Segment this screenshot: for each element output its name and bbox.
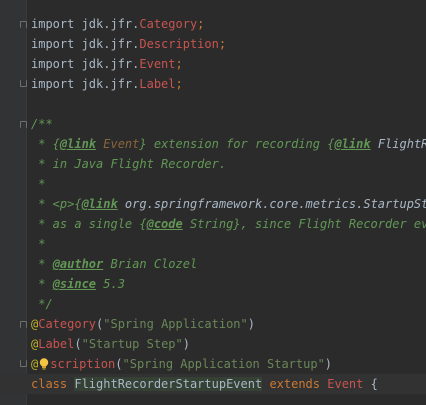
- code-line-javadoc-6[interactable]: *: [0, 234, 426, 254]
- code-line-annotation-label[interactable]: @Label("Startup Step"): [0, 334, 426, 354]
- code-area[interactable]: import jdk.jfr.Category; import jdk.jfr.…: [0, 14, 426, 394]
- code-line-javadoc-author[interactable]: * @author Brian Clozel: [0, 254, 426, 274]
- intention-bulb-icon[interactable]: [38, 357, 50, 371]
- parent-class: Event: [327, 377, 364, 391]
- paren: (: [74, 337, 82, 351]
- code-line-javadoc-2[interactable]: * in Java Flight Recorder.: [0, 154, 426, 174]
- javadoc-close: */: [31, 297, 53, 311]
- import-prefix: import jdk.jfr.: [31, 57, 140, 71]
- import-semicolon: ;: [218, 37, 227, 51]
- code-line-blank[interactable]: [0, 94, 426, 114]
- doc-text: * as a single {: [31, 217, 147, 231]
- doc-ref: FlightRec: [377, 137, 426, 151]
- open-brace: {: [363, 377, 378, 391]
- annotation-name: Label: [38, 337, 75, 351]
- code-line-javadoc-close[interactable]: */: [0, 294, 426, 314]
- paren: (: [115, 357, 123, 371]
- doc-tag-link: @link: [334, 137, 371, 151]
- paren: ): [182, 337, 190, 351]
- import-name: Description: [139, 37, 219, 51]
- paren: ): [324, 357, 333, 371]
- doc-text: *: [31, 277, 53, 291]
- fold-marker-icon[interactable]: [20, 80, 27, 87]
- code-line-javadoc-open[interactable]: /**: [0, 114, 426, 134]
- code-line-annotation-description[interactable]: @ scription("Spring Application Startup"): [0, 354, 426, 374]
- doc-ref: org.springframework.core.metrics.Startup…: [117, 197, 426, 211]
- code-line-import-event[interactable]: import jdk.jfr.Event;: [0, 54, 426, 74]
- import-semicolon: ;: [175, 77, 183, 91]
- doc-tag-link: @link: [81, 197, 118, 211]
- code-line-import-description[interactable]: import jdk.jfr.Description;: [0, 34, 426, 54]
- doc-text: * in Java Flight Recorder.: [31, 157, 227, 171]
- fold-marker-icon[interactable]: [20, 360, 27, 367]
- fold-marker-icon[interactable]: [20, 121, 27, 128]
- annotation-value: "Startup Step": [81, 337, 183, 351]
- annotation-name: scription: [50, 357, 116, 371]
- doc-text: Brian Clozel: [103, 257, 198, 271]
- code-line-javadoc-3[interactable]: *: [0, 174, 426, 194]
- import-prefix: import jdk.jfr.: [31, 77, 140, 91]
- doc-text: *: [31, 177, 46, 191]
- code-line-javadoc-4[interactable]: * <p>{@link org.springframework.core.met…: [0, 194, 426, 214]
- doc-tag-code: @code: [146, 217, 183, 231]
- import-name: Category: [139, 17, 198, 31]
- doc-text: *: [31, 237, 46, 251]
- code-line-class-declaration[interactable]: class FlightRecorderStartupEvent extends…: [0, 374, 426, 394]
- keyword-class: class: [31, 377, 68, 391]
- import-name: Label: [139, 77, 176, 91]
- javadoc-open: /**: [31, 117, 53, 131]
- keyword-extends: extends: [269, 377, 321, 391]
- doc-text: * {: [31, 137, 60, 151]
- annotation-at: @: [31, 357, 39, 371]
- fold-marker-icon[interactable]: [20, 321, 27, 328]
- doc-ref: Event: [96, 137, 140, 151]
- code-line-import-category[interactable]: import jdk.jfr.Category;: [0, 14, 426, 34]
- code-line-javadoc-5[interactable]: * as a single {@code String}, since Flig…: [0, 214, 426, 234]
- doc-tag-link: @link: [59, 137, 97, 151]
- code-editor[interactable]: import jdk.jfr.Category; import jdk.jfr.…: [0, 0, 426, 405]
- code-line-javadoc-1[interactable]: * {@link Event} extension for recording …: [0, 134, 426, 154]
- doc-tag-author: @author: [52, 257, 104, 271]
- code-line-javadoc-since[interactable]: * @since 5.3: [0, 274, 426, 294]
- doc-text: * <p>{: [31, 197, 82, 211]
- doc-text: 5.3: [96, 277, 125, 291]
- doc-tag-since: @since: [52, 277, 97, 291]
- import-semicolon: ;: [175, 57, 183, 71]
- code-line-import-label[interactable]: import jdk.jfr.Label;: [0, 74, 426, 94]
- import-prefix: import jdk.jfr.: [31, 17, 140, 31]
- class-name: FlightRecorderStartupEvent: [74, 377, 263, 391]
- doc-text: *: [31, 257, 53, 271]
- fold-marker-icon[interactable]: [20, 21, 27, 28]
- annotation-value: "Spring Application": [103, 317, 248, 331]
- doc-text: String}, since Flight Recorder even: [182, 217, 426, 231]
- annotation-value: "Spring Application Startup": [122, 357, 325, 371]
- annotation-name: Category: [38, 317, 97, 331]
- code-line-annotation-category[interactable]: @Category("Spring Application"): [0, 314, 426, 334]
- doc-text: } extension for recording {: [139, 137, 335, 151]
- import-semicolon: ;: [197, 17, 205, 31]
- import-name: Event: [139, 57, 176, 71]
- paren: ): [247, 317, 255, 331]
- import-prefix: import jdk.jfr.: [31, 37, 140, 51]
